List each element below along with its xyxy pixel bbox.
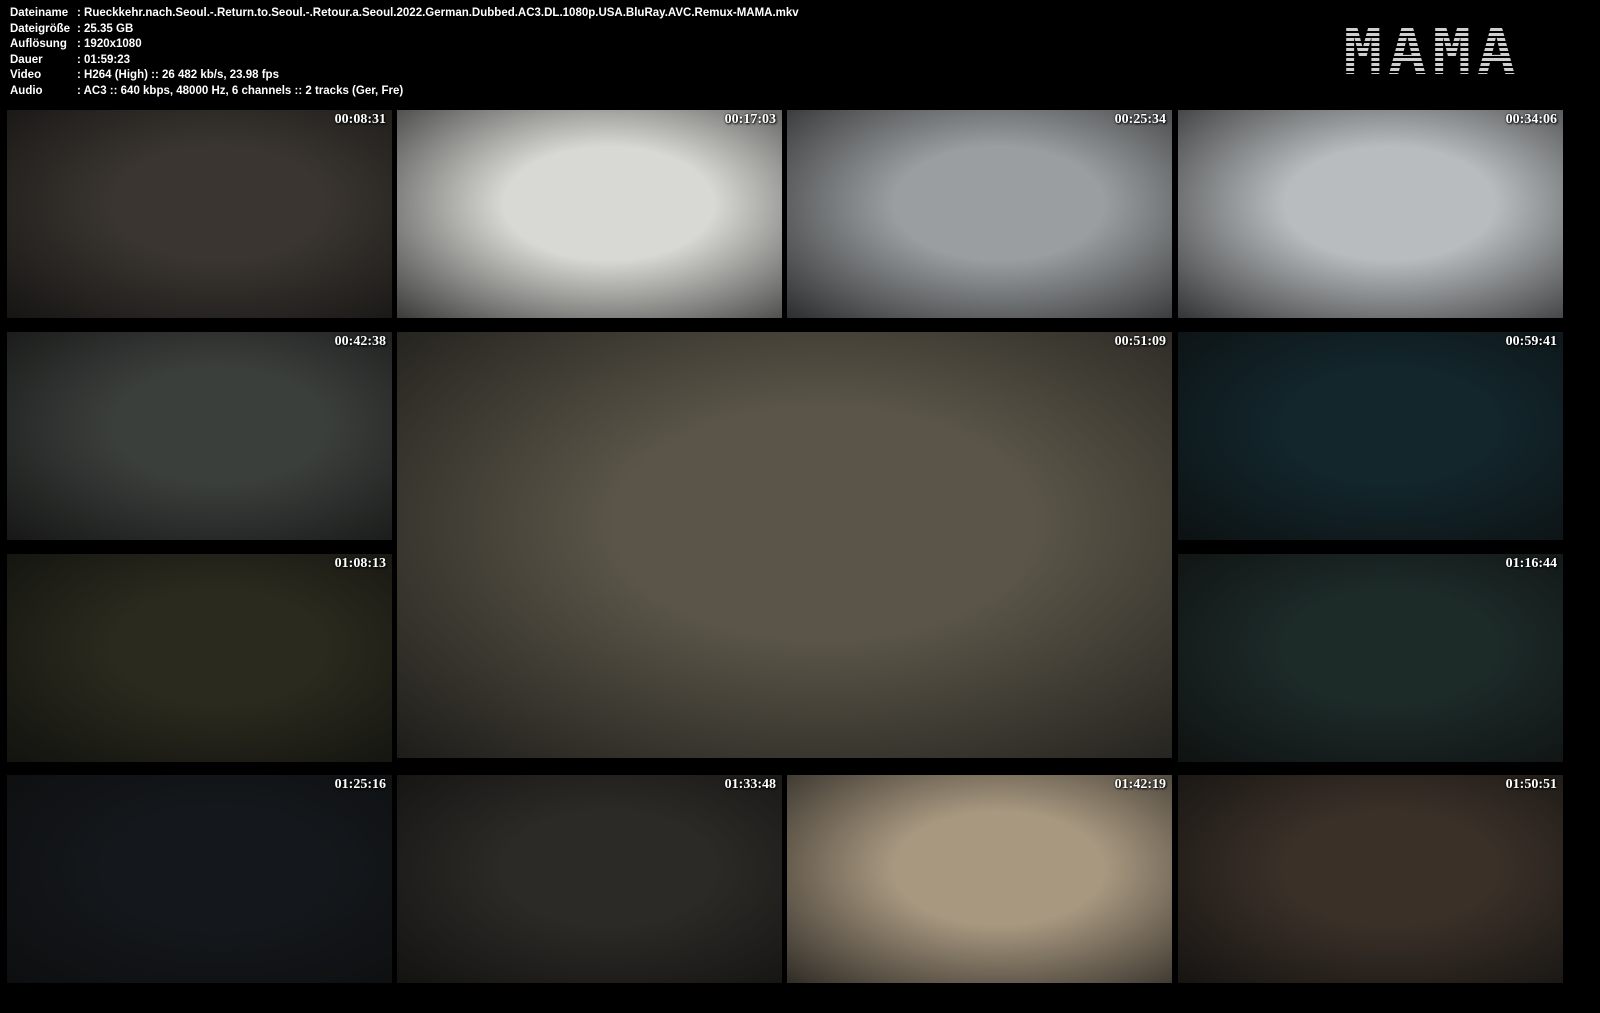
frame-timestamp: 01:16:44 (1505, 556, 1557, 571)
video-frame-thumbnail: 00:42:38 (7, 332, 392, 540)
video-frame-thumbnail: 00:51:09 (397, 332, 1172, 758)
info-row-audio: Audio: AC3 :: 640 kbps, 48000 Hz, 6 chan… (10, 84, 404, 97)
frame-timestamp: 00:51:09 (1114, 334, 1166, 349)
video-frame-thumbnail: 00:25:34 (787, 110, 1172, 318)
info-row-resolution: Auflösung: 1920x1080 (10, 38, 142, 50)
frame-timestamp: 00:08:31 (334, 112, 386, 127)
file-info: Dateiname: Rueckkehr.nach.Seoul.-.Return… (10, 6, 799, 99)
frame-timestamp: 01:42:19 (1114, 777, 1166, 792)
frame-timestamp: 01:50:51 (1505, 777, 1557, 792)
frame-timestamp: 01:25:16 (334, 777, 386, 792)
frame-timestamp: 00:34:06 (1505, 112, 1557, 127)
frame-timestamp: 01:33:48 (724, 777, 776, 792)
video-frame-thumbnail: 01:25:16 (7, 775, 392, 983)
video-frame-thumbnail: 01:33:48 (397, 775, 782, 983)
frame-timestamp: 00:17:03 (724, 112, 776, 127)
ascii-logo: MAMA (1275, 8, 1590, 98)
frame-timestamp: 00:25:34 (1114, 112, 1166, 127)
info-row-video: Video: H264 (High) :: 26 482 kb/s, 23.98… (10, 69, 279, 81)
info-row-duration: Dauer: 01:59:23 (10, 53, 131, 66)
info-row-filesize: Dateigröße: 25.35 GB (10, 22, 134, 35)
info-row-filename: Dateiname: Rueckkehr.nach.Seoul.-.Return… (10, 7, 799, 19)
video-frame-thumbnail: 00:59:41 (1178, 332, 1563, 540)
video-frame-thumbnail: 00:17:03 (397, 110, 782, 318)
video-frame-thumbnail: 00:34:06 (1178, 110, 1563, 318)
video-frame-thumbnail: 01:50:51 (1178, 775, 1563, 983)
frame-timestamp: 01:08:13 (334, 556, 386, 571)
video-frame-thumbnail: 01:08:13 (7, 554, 392, 762)
frame-timestamp: 00:42:38 (334, 334, 386, 349)
video-frame-thumbnail: 01:42:19 (787, 775, 1172, 983)
video-frame-thumbnail: 00:08:31 (7, 110, 392, 318)
frame-timestamp: 00:59:41 (1505, 334, 1557, 349)
video-frame-thumbnail: 01:16:44 (1178, 554, 1563, 762)
